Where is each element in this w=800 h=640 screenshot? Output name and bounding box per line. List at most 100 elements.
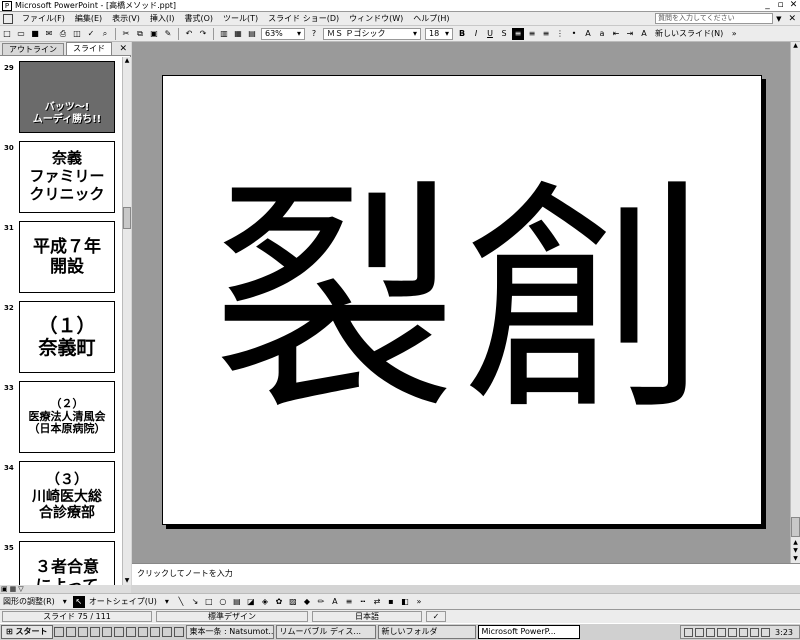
- taskbar-task-3[interactable]: Microsoft PowerP...: [477, 625, 580, 639]
- scroll-down-icon[interactable]: ▼: [791, 555, 800, 563]
- font-color-icon[interactable]: A: [329, 596, 341, 608]
- decrease-font-icon[interactable]: a: [596, 28, 608, 40]
- quicklaunch-app-icon[interactable]: [89, 627, 100, 637]
- current-slide[interactable]: 裂創: [162, 75, 762, 525]
- minimize-icon[interactable]: _: [761, 0, 774, 11]
- next-slide-icon[interactable]: ▼: [791, 547, 800, 555]
- spelling-icon[interactable]: ✓: [85, 28, 97, 40]
- scroll-up-icon[interactable]: ▲: [123, 57, 131, 65]
- format-painter-icon[interactable]: ✎: [162, 28, 174, 40]
- 3d-style-icon[interactable]: ◧: [399, 596, 411, 608]
- font-color-icon[interactable]: A: [638, 28, 650, 40]
- start-button[interactable]: ⊞ スタート: [1, 625, 53, 639]
- cut-icon[interactable]: ✂: [120, 28, 132, 40]
- align-right-icon[interactable]: ≡: [540, 28, 552, 40]
- draw-menu-button[interactable]: 図形の調整(R): [0, 596, 58, 607]
- powerpoint-app-icon[interactable]: P: [2, 0, 12, 11]
- redo-icon[interactable]: ↷: [197, 28, 209, 40]
- tray-icon[interactable]: [695, 627, 705, 637]
- increase-font-icon[interactable]: A: [582, 28, 594, 40]
- scroll-thumb[interactable]: [791, 517, 800, 537]
- normal-view-icon[interactable]: ▣: [0, 585, 9, 593]
- chevron-down-icon[interactable]: ▾: [161, 596, 173, 608]
- rectangle-icon[interactable]: □: [203, 596, 215, 608]
- undo-icon[interactable]: ↶: [183, 28, 195, 40]
- arrow-icon[interactable]: ↘: [189, 596, 201, 608]
- pane-close-icon[interactable]: ✕: [115, 43, 131, 55]
- tray-icon[interactable]: [728, 627, 738, 637]
- document-close-icon[interactable]: ✕: [784, 14, 800, 24]
- scroll-up-icon[interactable]: ▲: [791, 42, 800, 50]
- quicklaunch-app-icon[interactable]: [161, 627, 172, 637]
- slide-thumbnail[interactable]: （１） 奈義町: [19, 301, 115, 373]
- quicklaunch-app-icon[interactable]: [125, 627, 136, 637]
- quicklaunch-app-icon[interactable]: [113, 627, 124, 637]
- menu-help[interactable]: ヘルプ(H): [408, 13, 454, 24]
- slide-thumbnail[interactable]: （２） 医療法人清風会 （日本原病院）: [19, 381, 115, 453]
- help-icon[interactable]: ?: [308, 28, 320, 40]
- tab-outline[interactable]: アウトライン: [2, 43, 64, 55]
- document-icon[interactable]: [3, 13, 13, 24]
- clipart-icon[interactable]: ✿: [273, 596, 285, 608]
- zoom-select[interactable]: 63% ▾: [261, 27, 305, 40]
- menu-view[interactable]: 表示(V): [107, 13, 145, 24]
- menu-slideshow[interactable]: スライド ショー(D): [263, 13, 344, 24]
- quicklaunch-app-icon[interactable]: [173, 627, 184, 637]
- insert-chart-icon[interactable]: ▥: [218, 28, 230, 40]
- new-document-icon[interactable]: □: [1, 28, 13, 40]
- previous-slide-icon[interactable]: ▲: [791, 539, 800, 547]
- copy-icon[interactable]: ⧉: [134, 28, 146, 40]
- increase-indent-icon[interactable]: ⇥: [624, 28, 636, 40]
- tray-icon[interactable]: [739, 627, 749, 637]
- slide-thumbnail-row[interactable]: 30 奈義 ファミリー クリニック: [0, 141, 122, 221]
- oval-icon[interactable]: ○: [217, 596, 229, 608]
- menu-file[interactable]: ファイル(F): [17, 13, 70, 24]
- dash-style-icon[interactable]: ┅: [357, 596, 369, 608]
- align-center-icon[interactable]: ≡: [526, 28, 538, 40]
- italic-button[interactable]: I: [470, 28, 482, 40]
- quicklaunch-desktop-icon[interactable]: [53, 627, 64, 637]
- paste-icon[interactable]: ▣: [148, 28, 160, 40]
- tray-icon[interactable]: [761, 627, 771, 637]
- font-size-select[interactable]: 18 ▾: [425, 27, 453, 40]
- tray-icon[interactable]: [706, 627, 716, 637]
- font-name-select[interactable]: ＭＳ Ｐゴシック ▾: [323, 27, 421, 40]
- insert-table-icon[interactable]: ▦: [232, 28, 244, 40]
- menu-format[interactable]: 書式(O): [179, 13, 218, 24]
- slides-pane-scrollbar[interactable]: ▲ ▼: [122, 57, 131, 585]
- tray-icon[interactable]: [684, 627, 694, 637]
- quicklaunch-app-icon[interactable]: [137, 627, 148, 637]
- print-preview-icon[interactable]: ◫: [71, 28, 83, 40]
- taskbar-task-2[interactable]: 新しいフォルダ: [377, 625, 476, 639]
- slide-thumbnail[interactable]: 平成７年 開設: [19, 221, 115, 293]
- scroll-thumb[interactable]: [123, 207, 131, 229]
- email-icon[interactable]: ✉: [43, 28, 55, 40]
- slide-sorter-icon[interactable]: ▦: [9, 585, 18, 593]
- menu-tools[interactable]: ツール(T): [218, 13, 263, 24]
- open-folder-icon[interactable]: ▭: [15, 28, 27, 40]
- slide-text[interactable]: 裂創: [163, 76, 763, 526]
- toolbar-options-icon[interactable]: »: [728, 28, 740, 40]
- notes-pane[interactable]: クリックしてノートを入力: [132, 563, 800, 585]
- slide-thumbnail-row[interactable]: 29 バッツ～! ムーディ勝ち!!: [0, 61, 122, 141]
- shadow-style-icon[interactable]: ▪: [385, 596, 397, 608]
- tray-icon[interactable]: [750, 627, 760, 637]
- line-icon[interactable]: ╲: [175, 596, 187, 608]
- print-icon[interactable]: ⎙: [57, 28, 69, 40]
- arrow-style-icon[interactable]: ⇄: [371, 596, 383, 608]
- slide-thumbnail[interactable]: ３者合意によって: [19, 541, 115, 585]
- numbering-icon[interactable]: ⋮: [554, 28, 566, 40]
- grid-icon[interactable]: ▤: [246, 28, 258, 40]
- toolbar-options-icon[interactable]: »: [413, 596, 425, 608]
- slide-thumbnail-row[interactable]: 34 （３） 川崎医大総 合診療部: [0, 461, 122, 541]
- quicklaunch-app-icon[interactable]: [101, 627, 112, 637]
- tab-slides[interactable]: スライド: [66, 42, 112, 55]
- underline-button[interactable]: U: [484, 28, 496, 40]
- help-question-input[interactable]: 質問を入力してください: [655, 13, 774, 24]
- bullets-icon[interactable]: •: [568, 28, 580, 40]
- menu-insert[interactable]: 挿入(I): [145, 13, 180, 24]
- bold-button[interactable]: B: [456, 28, 468, 40]
- research-icon[interactable]: ⌕: [99, 28, 111, 40]
- select-objects-icon[interactable]: ↖: [72, 595, 85, 608]
- slideshow-icon[interactable]: ▽: [17, 585, 24, 593]
